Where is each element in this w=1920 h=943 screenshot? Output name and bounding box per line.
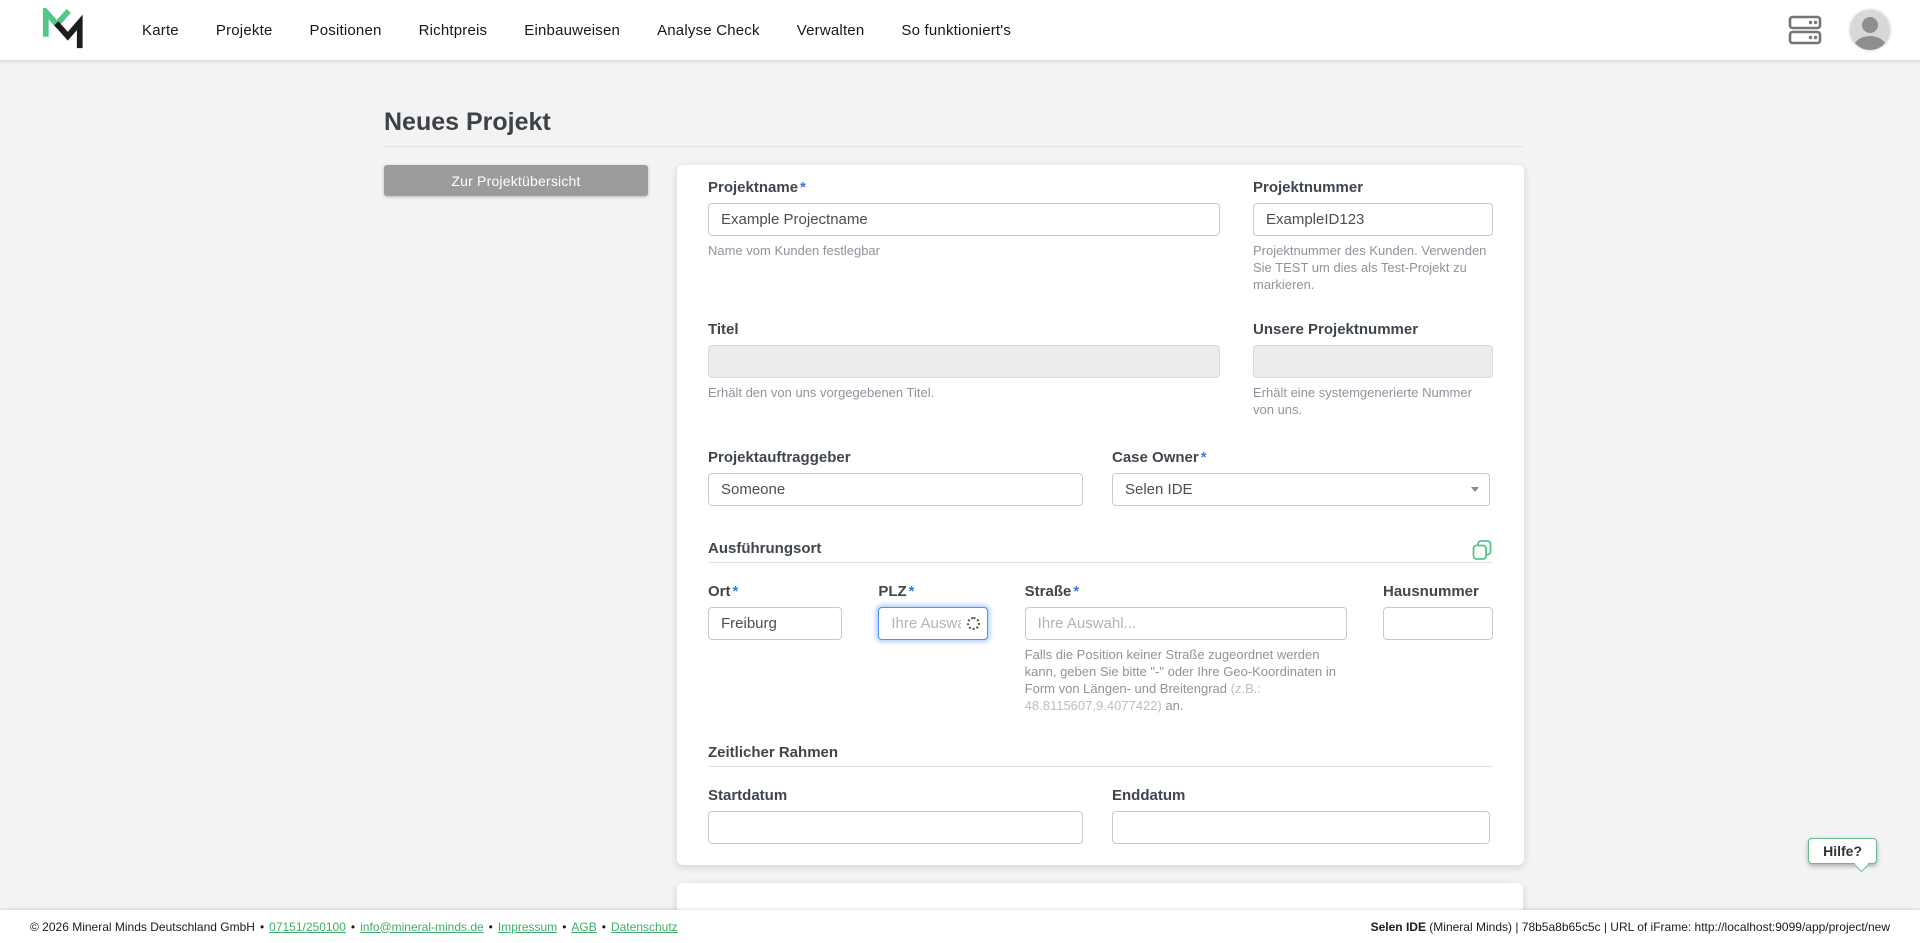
section-title-ausfuehrungsort: Ausführungsort (708, 539, 822, 557)
main-nav: Karte Projekte Positionen Richtpreis Ein… (142, 22, 1011, 39)
field-ort: Ort * (708, 583, 842, 714)
field-titel: Titel Erhält den von uns vorgegebenen Ti… (708, 321, 1220, 418)
titel-helper: Erhält den von uns vorgegebenen Titel. (708, 385, 935, 400)
case-owner-select[interactable]: Selen IDE (1112, 473, 1490, 506)
field-plz: PLZ * (878, 583, 989, 714)
field-startdatum: Startdatum (708, 787, 1083, 844)
enddatum-label: Enddatum (1112, 787, 1186, 804)
nav-item-verwalten[interactable]: Verwalten (797, 22, 865, 39)
footer-agb-link[interactable]: AGB (571, 920, 596, 934)
titel-label: Titel (708, 321, 739, 338)
nav-item-positionen[interactable]: Positionen (310, 22, 382, 39)
case-owner-value: Selen IDE (1125, 481, 1193, 498)
projektnummer-input[interactable] (1253, 203, 1493, 236)
footer-phone-link[interactable]: 07151/250100 (269, 920, 346, 934)
back-to-project-overview-button[interactable]: Zur Projektübersicht (384, 165, 648, 196)
nav-item-analyse-check[interactable]: Analyse Check (657, 22, 760, 39)
projektname-label: Projektname (708, 179, 799, 196)
main-area: Neues Projekt Zur Projektübersicht Proje… (0, 60, 1920, 910)
required-asterisk: * (908, 583, 915, 600)
projektname-input[interactable] (708, 203, 1220, 236)
projektnummer-label: Projektnummer (1253, 179, 1364, 196)
footer-email-link[interactable]: info@mineral-minds.de (360, 920, 484, 934)
nav-item-einbauweisen[interactable]: Einbauweisen (524, 22, 620, 39)
user-avatar[interactable] (1850, 10, 1890, 50)
footer-session-info: Selen IDE (Mineral Minds) | 78b5a8b65c5c… (1370, 919, 1890, 934)
avatar-person-icon (1862, 17, 1878, 33)
footer-bar: © 2026 Mineral Minds Deutschland GmbH • … (0, 910, 1920, 943)
projektauftraggeber-input[interactable] (708, 473, 1083, 506)
footer-impressum-link[interactable]: Impressum (498, 920, 557, 934)
required-asterisk: * (800, 179, 806, 196)
help-button[interactable]: Hilfe? (1808, 838, 1877, 864)
case-owner-label: Case Owner (1112, 449, 1199, 466)
field-projektnummer: Projektnummer Projektnummer des Kunden. … (1253, 179, 1493, 293)
startdatum-input[interactable] (708, 811, 1083, 844)
new-project-form-card: Projektname* Name vom Kunden festlegbar … (677, 165, 1524, 865)
strasse-label: Straße (1024, 583, 1072, 600)
titel-input (708, 345, 1220, 378)
field-case-owner: Case Owner * Selen IDE (1112, 449, 1490, 506)
page-title: Neues Projekt (384, 60, 1523, 147)
projektauftraggeber-label: Projektauftraggeber (708, 449, 851, 466)
field-hausnummer: Hausnummer (1382, 583, 1493, 714)
field-unsere-projektnummer: Unsere Projektnummer Erhält eine systemg… (1253, 321, 1493, 418)
plz-label: PLZ (878, 583, 907, 600)
field-strasse: Straße* Falls die Position keiner Straße… (1024, 583, 1347, 714)
enddatum-input[interactable] (1112, 811, 1490, 844)
server-stack-icon[interactable] (1788, 15, 1822, 45)
unsere-projektnummer-label: Unsere Projektnummer (1253, 321, 1419, 338)
nav-item-projekte[interactable]: Projekte (216, 22, 273, 39)
hausnummer-label: Hausnummer (1382, 583, 1479, 600)
field-projektname: Projektname* Name vom Kunden festlegbar (708, 179, 1220, 293)
required-asterisk: * (732, 583, 739, 600)
required-asterisk: * (1073, 583, 1080, 600)
section-title-zeitlicher-rahmen: Zeitlicher Rahmen (708, 744, 839, 761)
chevron-down-icon (1471, 487, 1479, 492)
projektname-helper: Name vom Kunden festlegbar (708, 243, 880, 258)
brand-logo-icon[interactable] (40, 8, 86, 52)
field-projektauftraggeber: Projektauftraggeber (708, 449, 1083, 506)
nav-item-karte[interactable]: Karte (142, 22, 179, 39)
nav-item-richtpreis[interactable]: Richtpreis (419, 22, 488, 39)
nav-item-so-funktionierts[interactable]: So funktioniert's (901, 22, 1011, 39)
ort-label: Ort (708, 583, 731, 600)
projektnummer-helper: Projektnummer des Kunden. Verwenden Sie … (1253, 243, 1487, 292)
next-form-card-partial (677, 883, 1523, 910)
unsere-projektnummer-helper: Erhält eine systemgenerierte Nummer von … (1253, 385, 1472, 417)
ort-input[interactable] (708, 607, 842, 640)
required-asterisk: * (1200, 449, 1207, 466)
copy-location-icon[interactable] (1471, 539, 1493, 561)
footer-datenschutz-link[interactable]: Datenschutz (611, 920, 678, 934)
top-navigation-bar: Karte Projekte Positionen Richtpreis Ein… (0, 0, 1920, 60)
hausnummer-input[interactable] (1382, 607, 1493, 640)
footer-copyright: © 2026 Mineral Minds Deutschland GmbH (30, 919, 255, 934)
strasse-helper: Falls die Position keiner Straße zugeord… (1024, 647, 1336, 713)
strasse-input[interactable] (1024, 607, 1347, 640)
startdatum-label: Startdatum (708, 787, 788, 804)
unsere-projektnummer-input (1253, 345, 1493, 378)
field-enddatum: Enddatum (1112, 787, 1490, 844)
